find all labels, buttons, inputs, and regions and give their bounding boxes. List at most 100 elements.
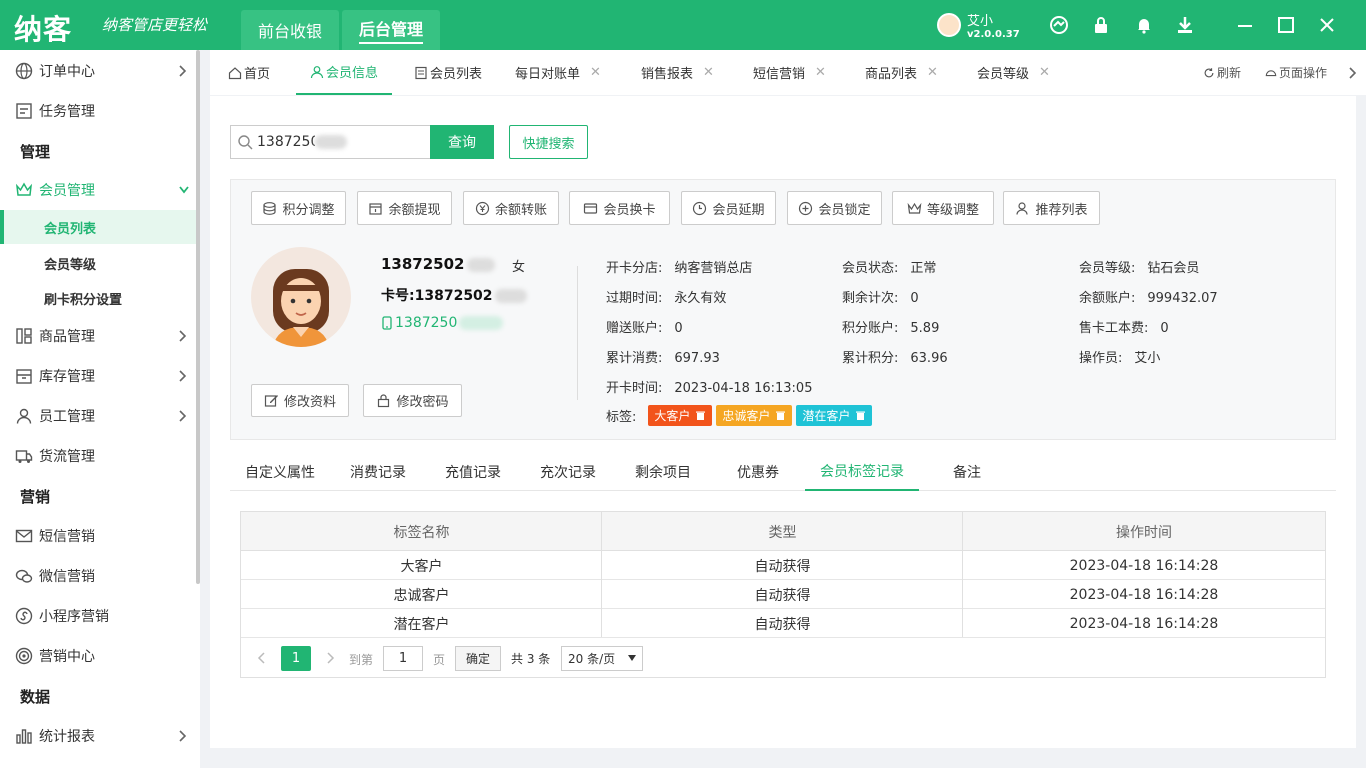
sidebar-item-product-management[interactable]: 商品管理 — [0, 317, 196, 355]
info-open-store: 开卡分店: 纳客营销总店 — [606, 261, 753, 276]
tab-coupons[interactable]: 优惠券 — [737, 452, 779, 491]
download-icon[interactable] — [1174, 14, 1196, 36]
sidebar-item-label: 商品管理 — [39, 329, 95, 345]
referral-list-button[interactable]: 推荐列表 — [1003, 191, 1100, 225]
close-tab-icon[interactable]: ✕ — [815, 65, 826, 80]
table-row[interactable]: 忠诚客户 自动获得 2023-04-18 16:14:28 — [241, 580, 1325, 609]
trash-icon[interactable] — [775, 410, 786, 421]
column-divider — [962, 512, 963, 637]
sidebar-item-statistics-report[interactable]: 统计报表 — [0, 717, 196, 755]
close-tab-icon[interactable]: ✕ — [590, 65, 601, 80]
edit-icon — [264, 395, 278, 407]
level-adjust-button[interactable]: 等级调整 — [892, 191, 994, 225]
edit-profile-button[interactable]: 修改资料 — [251, 384, 349, 417]
points-adjust-button[interactable]: 积分调整 — [251, 191, 346, 225]
trash-icon[interactable] — [695, 410, 706, 421]
page-tab-sms-marketing[interactable]: 短信营销 ✕ — [753, 50, 826, 95]
lock-icon — [378, 394, 390, 408]
maximize-icon[interactable] — [1275, 14, 1297, 36]
tab-backend-admin-label: 后台管理 — [358, 16, 423, 44]
edit-password-label: 修改密码 — [396, 395, 449, 410]
table-row[interactable]: 潜在客户 自动获得 2023-04-18 16:14:28 — [241, 609, 1325, 638]
page-size-select[interactable]: 20 条/页 — [561, 646, 643, 671]
quick-search-button[interactable]: 快捷搜索 — [509, 125, 588, 159]
member-lock-button[interactable]: 会员锁定 — [787, 191, 882, 225]
search-input[interactable] — [257, 134, 315, 150]
goto-page-input[interactable]: 1 — [383, 646, 423, 671]
table-header: 标签名称 类型 操作时间 — [241, 512, 1325, 551]
sidebar-item-task-management[interactable]: 任务管理 — [0, 92, 196, 130]
sidebar-item-marketing-center[interactable]: 营销中心 — [0, 637, 196, 675]
tab-count-recharge-records[interactable]: 充次记录 — [540, 452, 596, 491]
prev-page-icon[interactable] — [255, 650, 269, 666]
sidebar: 订单中心 任务管理 管理 会员管理 会员列表 会员等级 刷卡积分设置 商品管理 … — [0, 50, 200, 768]
sidebar-item-order-center[interactable]: 订单中心 — [0, 52, 196, 90]
table-row[interactable]: 大客户 自动获得 2023-04-18 16:14:28 — [241, 551, 1325, 580]
next-page-icon[interactable] — [323, 650, 337, 666]
close-icon[interactable] — [1316, 14, 1338, 36]
sidebar-sub-member-list[interactable]: 会员列表 — [0, 210, 196, 244]
sidebar-item-staff-management[interactable]: 员工管理 — [0, 397, 196, 435]
goto-confirm-button[interactable]: 确定 — [455, 646, 501, 671]
user-name[interactable]: 艾小 — [967, 10, 993, 29]
inventory-box-icon — [14, 366, 34, 386]
trash-icon[interactable] — [855, 410, 866, 421]
support-icon[interactable] — [1048, 14, 1070, 36]
sidebar-sub-member-level[interactable]: 会员等级 — [0, 246, 196, 280]
action-label: 会员延期 — [712, 202, 765, 218]
tag-loyal-customer[interactable]: 忠诚客户 — [716, 405, 793, 426]
sidebar-item-inventory-management[interactable]: 库存管理 — [0, 357, 196, 395]
bell-icon[interactable] — [1133, 14, 1155, 36]
tab-scroll-right-icon[interactable] — [1348, 50, 1360, 95]
refresh-button[interactable]: 刷新 — [1203, 50, 1241, 95]
search-button[interactable]: 查询 — [430, 125, 494, 159]
page-tab-member-list[interactable]: 会员列表 — [414, 50, 482, 95]
info-member-level: 会员等级: 钻石会员 — [1079, 261, 1200, 276]
close-tab-icon[interactable]: ✕ — [1039, 65, 1050, 80]
tab-notes[interactable]: 备注 — [953, 452, 981, 491]
tab-member-tag-records[interactable]: 会员标签记录 — [805, 452, 919, 491]
product-icon — [14, 326, 34, 346]
page-tab-member-level[interactable]: 会员等级 ✕ — [977, 50, 1050, 95]
tab-custom-attributes[interactable]: 自定义属性 — [245, 452, 315, 491]
tab-consumption-records[interactable]: 消费记录 — [350, 452, 406, 491]
page-tab-bar: 首页 会员信息 会员列表 每日对账单 ✕ 销售报表 ✕ 短信营销 ✕ 商品列表 ✕ 会员… — [210, 50, 1366, 95]
mini-program-icon — [14, 606, 34, 626]
change-card-button[interactable]: 会员换卡 — [569, 191, 670, 225]
tag-big-customer[interactable]: 大客户 — [648, 405, 713, 426]
tab-recharge-records[interactable]: 充值记录 — [445, 452, 501, 491]
tab-remaining-items[interactable]: 剩余项目 — [635, 452, 691, 491]
member-search[interactable] — [230, 125, 430, 159]
balance-withdraw-button[interactable]: 余额提现 — [357, 191, 452, 225]
user-avatar[interactable] — [937, 13, 961, 37]
sidebar-scrollbar[interactable] — [196, 50, 200, 584]
page-tab-product-list[interactable]: 商品列表 ✕ — [865, 50, 938, 95]
sidebar-item-sms-marketing[interactable]: 短信营销 — [0, 517, 196, 555]
balance-transfer-button[interactable]: 余额转账 — [463, 191, 559, 225]
column-type: 类型 — [768, 524, 797, 541]
close-tab-icon[interactable]: ✕ — [703, 65, 714, 80]
member-extend-button[interactable]: 会员延期 — [681, 191, 776, 225]
sidebar-item-mini-program-marketing[interactable]: 小程序营销 — [0, 597, 196, 635]
sidebar-item-wechat-marketing[interactable]: 微信营销 — [0, 557, 196, 595]
page-operations-label: 页面操作 — [1279, 66, 1328, 80]
close-tab-icon[interactable]: ✕ — [927, 65, 938, 80]
masked-digits — [494, 289, 527, 303]
page-tab-member-info[interactable]: 会员信息 — [296, 50, 393, 95]
page-number-current[interactable]: 1 — [281, 646, 311, 671]
tab-front-cashier[interactable]: 前台收银 — [241, 10, 339, 50]
tag-potential-customer[interactable]: 潜在客户 — [796, 405, 873, 426]
sidebar-item-member-management[interactable]: 会员管理 — [0, 171, 196, 209]
page-tab-sales-report[interactable]: 销售报表 ✕ — [641, 50, 714, 95]
page-tab-daily-statement[interactable]: 每日对账单 ✕ — [515, 50, 601, 95]
tab-backend-admin[interactable]: 后台管理 — [342, 10, 440, 50]
target-icon — [14, 646, 34, 666]
info-balance-account: 余额账户: 999432.07 — [1079, 291, 1218, 306]
page-tab-home[interactable]: 首页 — [228, 50, 270, 95]
lock-icon[interactable] — [1090, 14, 1112, 36]
sidebar-sub-card-points-settings[interactable]: 刷卡积分设置 — [0, 281, 196, 315]
sidebar-item-logistics-management[interactable]: 货流管理 — [0, 437, 196, 475]
page-operations-button[interactable]: 页面操作 — [1265, 50, 1327, 95]
minimize-icon[interactable] — [1234, 14, 1256, 36]
edit-password-button[interactable]: 修改密码 — [363, 384, 462, 417]
